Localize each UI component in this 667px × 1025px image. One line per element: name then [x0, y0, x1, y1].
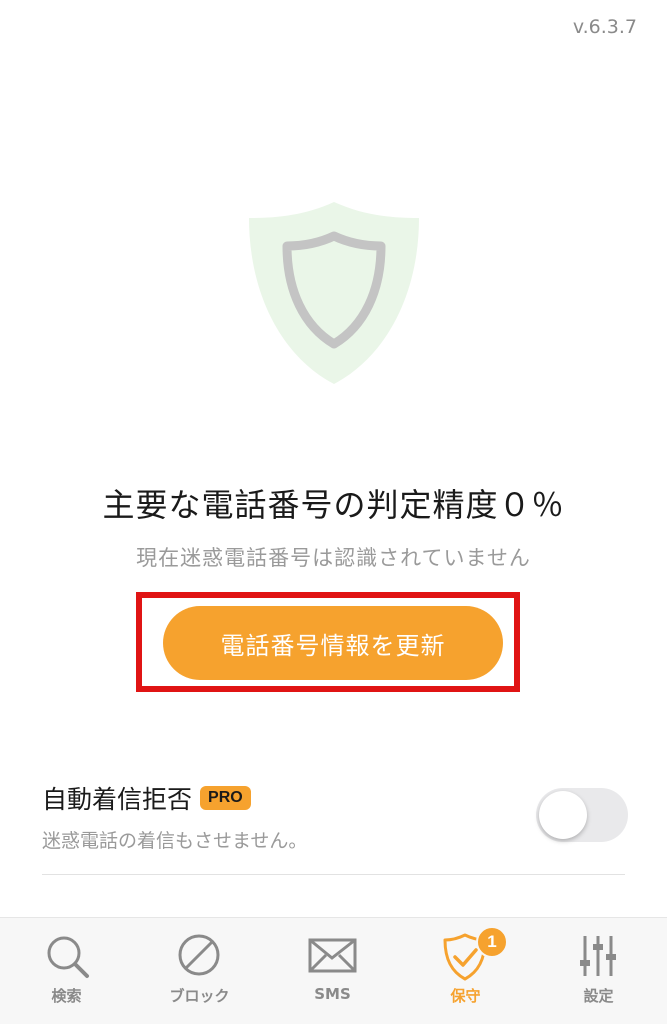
status-subline: 現在迷惑電話番号は認識されていません	[136, 546, 531, 570]
tab-label: 検索	[51, 987, 82, 1005]
notification-badge: 1	[476, 926, 508, 958]
tab-label: 設定	[583, 987, 614, 1005]
accuracy-headline: 主要な電話番号の判定精度０％	[102, 486, 565, 524]
tab-search[interactable]: 検索	[0, 918, 133, 1025]
tab-bar: 検索 ブロック SMS 1 保守 設定	[0, 917, 667, 1024]
tab-settings[interactable]: 設定	[532, 918, 665, 1025]
update-phone-info-button[interactable]: 電話番号情報を更新	[163, 606, 503, 680]
search-icon	[47, 936, 89, 978]
pro-badge: PRO	[200, 786, 251, 810]
auto-block-toggle[interactable]	[536, 788, 628, 842]
shield-icon	[249, 202, 419, 384]
auto-block-title: 自動着信拒否	[42, 785, 193, 814]
auto-block-setting: 自動着信拒否 PRO	[42, 780, 251, 816]
tab-label: ブロック	[169, 987, 230, 1005]
version-label: v.6.3.7	[572, 16, 637, 38]
auto-block-description: 迷惑電話の着信もさせません。	[42, 830, 308, 852]
toggle-knob	[539, 791, 587, 839]
mail-icon	[308, 938, 357, 973]
tab-label: SMS	[314, 985, 351, 1003]
tab-block[interactable]: ブロック	[133, 918, 266, 1025]
sliders-icon	[580, 936, 616, 976]
divider	[42, 874, 625, 875]
tab-sms[interactable]: SMS	[266, 918, 399, 1025]
tab-maintenance[interactable]: 1 保守	[399, 918, 532, 1025]
tab-label: 保守	[450, 987, 481, 1005]
block-icon	[178, 934, 220, 976]
